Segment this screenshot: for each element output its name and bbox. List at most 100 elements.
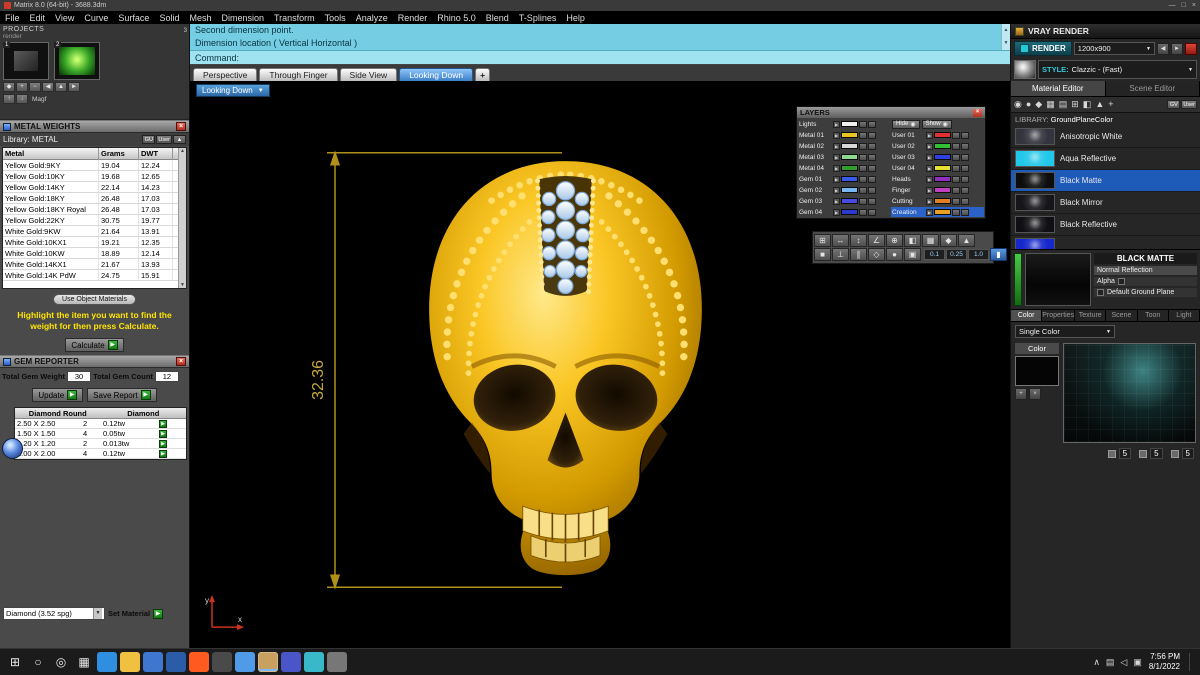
layer-row[interactable]: Lights ▶ (798, 119, 891, 129)
taskbar-icon[interactable] (212, 652, 232, 672)
layer-expand-icon[interactable]: ▶ (926, 175, 933, 183)
gem-material-dropdown[interactable]: Diamond (3.52 spg) ▼ (3, 607, 105, 620)
gem-table-row[interactable]: 2.50 X 2.50 2 0.12tw ▶ (15, 419, 186, 430)
next-render-button[interactable]: ► (1171, 42, 1183, 55)
hide-layers-button[interactable]: Hide ◉ (892, 119, 920, 129)
close-icon[interactable]: × (973, 108, 982, 117)
layer-color-swatch[interactable] (934, 165, 951, 171)
projects-tool-button[interactable]: + (16, 82, 28, 92)
close-button[interactable]: × (1192, 2, 1196, 9)
layer-lock-icon[interactable] (859, 175, 867, 183)
material-list-item[interactable]: Black Matte (1011, 170, 1200, 192)
render-button[interactable]: RENDER (1014, 41, 1072, 56)
layer-row[interactable]: Metal 02 ▶ (798, 141, 891, 151)
metal-table-row[interactable]: White Gold:14K PdW 24.75 15.91 (3, 270, 186, 281)
material-list-item[interactable]: Anisotropic White (1011, 126, 1200, 148)
layer-expand-icon[interactable]: ▶ (926, 164, 933, 172)
layer-color-swatch[interactable] (934, 143, 951, 149)
layer-lock-icon[interactable] (859, 164, 867, 172)
layer-lock-icon[interactable] (952, 153, 960, 161)
metal-table-row[interactable]: White Gold:10KW 18.89 12.14 (3, 248, 186, 259)
col-dwt[interactable]: DWT (139, 148, 173, 160)
layer-lock-icon[interactable] (859, 131, 867, 139)
menu-item[interactable]: Curve (84, 13, 108, 23)
taskbar-icon[interactable]: ○ (28, 652, 48, 672)
projects-tool-button[interactable]: ► (68, 82, 80, 92)
layer-color-swatch[interactable] (841, 143, 858, 149)
taskbar-icon[interactable]: ◎ (51, 652, 71, 672)
layer-visibility-icon[interactable] (868, 131, 876, 139)
set-material-button[interactable]: ▶ (153, 608, 164, 619)
layer-visibility-icon[interactable] (868, 153, 876, 161)
layer-visibility-icon[interactable] (961, 142, 969, 150)
layer-color-swatch[interactable] (934, 154, 951, 160)
taskbar-icon[interactable] (120, 652, 140, 672)
show-layers-button[interactable]: Show ◉ (921, 119, 952, 129)
taskbar-icon[interactable] (143, 652, 163, 672)
layer-visibility-icon[interactable] (868, 142, 876, 150)
layer-expand-icon[interactable]: ▶ (833, 164, 840, 172)
layer-color-swatch[interactable] (934, 198, 951, 204)
view-tab[interactable]: Looking Down (399, 68, 474, 81)
col-grams[interactable]: Grams (99, 148, 139, 160)
material-tool-icon[interactable]: + (1108, 99, 1113, 110)
layer-lock-icon[interactable] (859, 153, 867, 161)
projects-tool-button[interactable]: − (29, 82, 41, 92)
gem-row-go-icon[interactable]: ▶ (159, 429, 167, 438)
layer-color-swatch[interactable] (841, 198, 858, 204)
property-tab[interactable]: Scene (1106, 310, 1138, 321)
layer-visibility-icon[interactable] (868, 197, 876, 205)
layer-color-swatch[interactable] (934, 176, 951, 182)
alpha-row[interactable]: Alpha (1094, 277, 1197, 286)
taskbar-icon[interactable] (189, 652, 209, 672)
taskbar-icon[interactable] (235, 652, 255, 672)
layer-color-swatch[interactable] (934, 132, 951, 138)
menu-item[interactable]: Dimension (221, 13, 264, 23)
transform-tool-button[interactable]: ◧ (904, 234, 921, 247)
gem-row-go-icon[interactable]: ▶ (159, 419, 167, 428)
layer-row[interactable]: User 03 ▶ (891, 152, 984, 162)
total-gem-weight-input[interactable] (67, 371, 92, 383)
b-value[interactable]: 5 (1181, 448, 1194, 459)
layer-row[interactable]: Metal 03 ▶ (798, 152, 891, 162)
col-diamond-round[interactable]: Diamond Round (15, 408, 101, 419)
property-tab[interactable]: Texture (1075, 310, 1107, 321)
system-tray-icon[interactable]: ◁ (1120, 657, 1127, 668)
color-picker-field[interactable] (1063, 343, 1196, 443)
layer-color-swatch[interactable] (841, 132, 858, 138)
command-input[interactable]: Command: (190, 51, 1010, 65)
layer-expand-icon[interactable]: ▶ (926, 208, 933, 216)
taskbar-icon[interactable] (97, 652, 117, 672)
calculate-button[interactable]: Calculate ▶ (65, 338, 124, 353)
material-tool-icon[interactable]: ▦ (1046, 99, 1055, 110)
property-tab[interactable]: Toon (1137, 310, 1169, 321)
layer-lock-icon[interactable] (952, 197, 960, 205)
menu-item[interactable]: Solid (159, 13, 179, 23)
total-gem-count-input[interactable] (154, 371, 179, 383)
layer-lock-icon[interactable] (952, 175, 960, 183)
view-tab[interactable]: Through Finger (259, 68, 338, 81)
close-icon[interactable]: × (176, 357, 186, 367)
ground-plane-checkbox[interactable] (1097, 289, 1104, 296)
transform-tool-button[interactable]: ■ (814, 248, 831, 261)
command-scrollbar[interactable]: ▲ ▼ (1001, 24, 1010, 50)
layer-expand-icon[interactable]: ▶ (926, 153, 933, 161)
g-value[interactable]: 5 (1150, 448, 1163, 459)
metal-table-row[interactable]: Yellow Gold:10KY 19.68 12.65 (3, 171, 186, 182)
library-mini-button[interactable]: User (156, 135, 172, 144)
material-tool-icon[interactable]: ◧ (1083, 99, 1092, 110)
transform-tool-button[interactable]: ⊥ (832, 248, 849, 261)
transform-tool-button[interactable]: ▦ (922, 234, 939, 247)
taskbar-icon[interactable]: ⊞ (5, 652, 25, 672)
layer-visibility-icon[interactable] (961, 186, 969, 194)
layer-row[interactable]: User 02 ▶ (891, 141, 984, 151)
layer-row[interactable]: Gem 04 ▶ (798, 207, 891, 217)
metal-table-row[interactable]: Yellow Gold:18KY 26.48 17.03 (3, 193, 186, 204)
view-tab[interactable]: Side View (339, 68, 398, 81)
layer-expand-icon[interactable]: ▶ (926, 131, 933, 139)
style-dropdown[interactable]: STYLE: Clazzic - (Fast) ▼ (1038, 60, 1197, 79)
metal-table-row[interactable]: White Gold:9KW 21.64 13.91 (3, 226, 186, 237)
layer-expand-icon[interactable]: ▶ (833, 131, 840, 139)
menu-item[interactable]: File (5, 13, 20, 23)
menu-item[interactable]: Help (566, 13, 585, 23)
